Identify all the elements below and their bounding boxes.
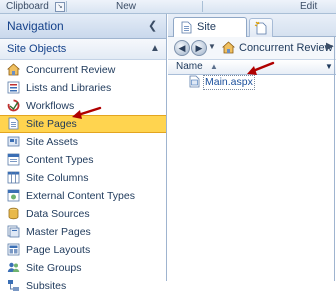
nav-item-site-groups[interactable]: Site Groups [0,259,166,277]
annotation-arrow-icon [247,61,275,75]
nav-item-label: Content Types [26,154,94,166]
nav-item-label: Site Assets [26,136,78,148]
sort-ascending-icon: ▲ [210,62,218,71]
annotation-arrow-icon [72,106,102,119]
ribbon-separator [66,1,67,12]
ribbon-separator [202,1,203,12]
site-objects-title: Site Objects [7,43,67,55]
back-arrow-icon[interactable]: ◀ [174,40,190,56]
nav-item-label: Page Layouts [26,244,91,256]
nav-item-label: Master Pages [26,226,91,238]
nav-item-label: Data Sources [26,208,90,220]
database-icon [8,207,19,220]
nav-item-label: Lists and Libraries [26,82,112,94]
dialog-launcher-icon[interactable]: ↘ [55,2,65,12]
content-type-icon [7,153,20,166]
chevron-down-icon[interactable]: ▼ [208,42,216,51]
address-bar: ◀ ▶ ▼ Concurrent Review ▶ [168,37,336,60]
page-icon [181,21,192,34]
pane-border [334,36,335,281]
chevron-left-icon[interactable]: ❮ [148,14,157,38]
site-icon [222,41,235,54]
nav-item-external-content-types[interactable]: External Content Types [0,187,166,205]
nav-item-site-assets[interactable]: Site Assets [0,133,166,151]
tab-site-pages[interactable]: Site Pages [173,17,247,52]
site-objects-header[interactable]: Site Objects ▲ [0,39,166,60]
name-column-header[interactable]: Name [176,60,203,74]
nav-item-label: Concurrent Review [26,64,116,76]
new-page-icon [254,21,267,35]
nav-item-lists-and-libraries[interactable]: Lists and Libraries [0,79,166,97]
nav-item-data-sources[interactable]: Data Sources [0,205,166,223]
columns-icon [7,171,20,184]
chevron-up-icon[interactable]: ▲ [150,39,160,59]
nav-item-content-types[interactable]: Content Types [0,151,166,169]
nav-item-label: Workflows [26,100,75,112]
column-filter-icon[interactable]: ▼ [325,60,333,74]
workflow-icon [7,99,20,112]
page-icon [8,117,19,130]
nav-item-site-columns[interactable]: Site Columns [0,169,166,187]
tab-bar: Site Pages [168,14,336,52]
nav-item-label: External Content Types [26,190,135,202]
breadcrumb[interactable]: Concurrent Review [239,37,333,59]
new-tab-button[interactable] [249,18,273,37]
nav-item-subsites[interactable]: Subsites [0,277,166,295]
nav-item-label: Site Columns [26,172,89,184]
navigation-header: Navigation ❮ [0,14,166,39]
list-item[interactable]: Main.aspx [188,75,255,90]
ribbon-group-new: New [116,1,137,12]
external-content-icon [7,189,20,202]
navigation-title: Navigation [7,19,64,33]
group-icon [7,262,20,272]
ribbon-group-clipboard: Clipboard [6,1,49,12]
tab-label: Site Pages [197,21,228,52]
ribbon-group-edit: Edit [300,1,318,12]
aspx-page-icon [189,75,200,88]
nav-item-label: Subsites [26,280,67,292]
site-icon [7,63,20,76]
layout-icon [7,243,20,256]
master-page-icon [7,225,20,238]
assets-icon [7,136,20,147]
chevron-right-icon[interactable]: ▶ [326,41,334,52]
nav-item-concurrent-review[interactable]: Concurrent Review [0,61,166,79]
forward-arrow-icon[interactable]: ▶ [191,40,207,56]
nav-item-page-layouts[interactable]: Page Layouts [0,241,166,259]
nav-item-master-pages[interactable]: Master Pages [0,223,166,241]
list-icon [7,81,20,94]
navigation-pane: Navigation ❮ Site Objects ▲ Concurrent R… [0,14,167,292]
nav-item-label: Site Groups [26,262,82,274]
ribbon-group-labels: Clipboard ↘ New Edit [0,0,336,14]
